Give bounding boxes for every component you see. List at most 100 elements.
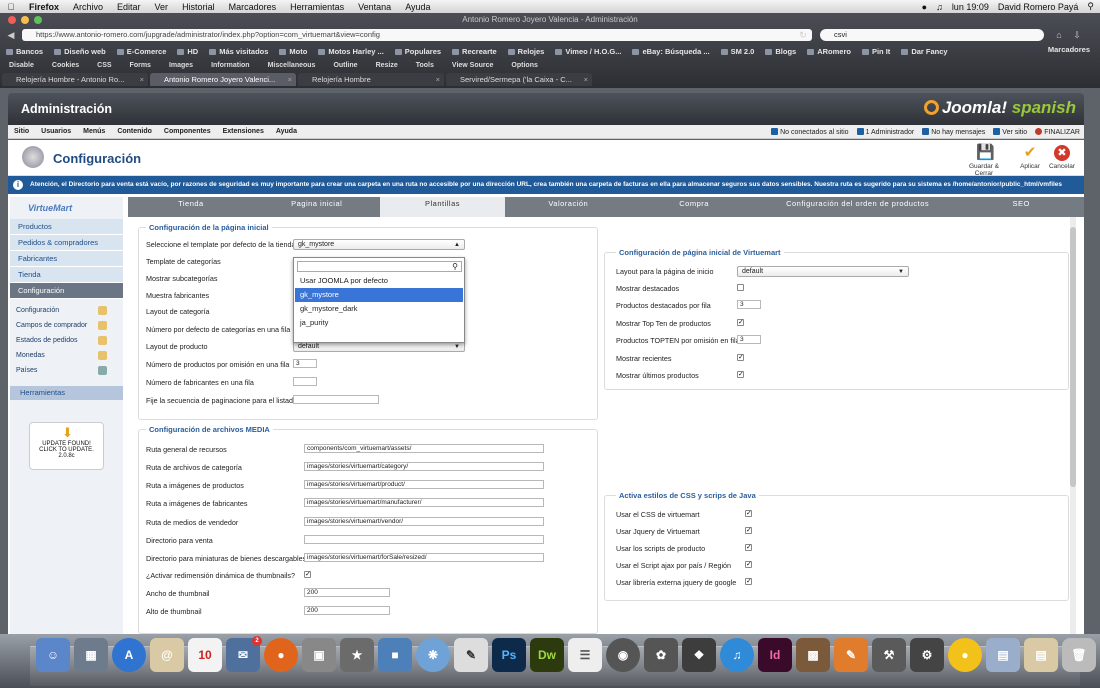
use-jquery-checkbox[interactable]: ✓: [745, 527, 752, 534]
volume-icon[interactable]: ♫: [936, 2, 943, 12]
tab-seo[interactable]: SEO: [958, 197, 1084, 217]
devbar-item[interactable]: Cookies: [43, 62, 88, 69]
menu-componentes[interactable]: Componentes: [158, 128, 217, 135]
bookmark-item[interactable]: Motos Harley ...: [312, 47, 388, 56]
sale-dir-input[interactable]: [304, 535, 544, 544]
browser-tab[interactable]: Servired/Sermepa ('la Caixa - C... ×: [446, 73, 592, 86]
show-recent-checkbox[interactable]: ✓: [737, 354, 744, 361]
itunes-icon[interactable]: ♫: [720, 638, 754, 672]
bookmark-item[interactable]: Pin It: [856, 47, 895, 56]
app-icon[interactable]: ▩: [796, 638, 830, 672]
url-bar[interactable]: https://www.antonio-romero.com/jupgrade/…: [22, 29, 812, 41]
tab-pagina-inicial[interactable]: Pagina inicial: [254, 197, 380, 217]
sidebar-item-fabricantes[interactable]: Fabricantes: [10, 251, 123, 267]
sidebar-sub-monedas[interactable]: Monedas: [10, 348, 123, 363]
photo-icon[interactable]: ▣: [302, 638, 336, 672]
sidebar-sub-estados[interactable]: Estados de pedidos: [10, 333, 123, 348]
product-path-input[interactable]: images/stories/virtuemart/product/: [304, 480, 544, 489]
cyberduck-icon[interactable]: ❖: [682, 638, 716, 672]
dropdown-option-selected[interactable]: gk_mystore: [295, 288, 463, 302]
browser-tab-active[interactable]: Antonio Romero Joyero Valenci... ×: [150, 73, 296, 86]
spotlight-icon[interactable]: ⚲: [1087, 1, 1094, 12]
status-messages[interactable]: No hay mensajes: [922, 128, 985, 136]
menu-herramientas[interactable]: Herramientas: [283, 2, 351, 12]
user-name[interactable]: David Romero Payá: [998, 2, 1079, 12]
firefox-icon[interactable]: ●: [264, 638, 298, 672]
vendor-path-input[interactable]: images/stories/virtuemart/vendor/: [304, 517, 544, 526]
bookmark-item[interactable]: Diseño web: [48, 47, 111, 56]
thumbs-dir-input[interactable]: images/stories/virtuemart/forSale/resize…: [304, 553, 544, 562]
cancel-button[interactable]: ✖ Cancelar: [1037, 145, 1087, 170]
sidebar-sub-campos[interactable]: Campos de comprador: [10, 318, 123, 333]
browser-tab[interactable]: Relojería Hombre - Antonio Ro... ×: [2, 73, 148, 86]
save-close-button[interactable]: 💾 Guardar & Cerrar: [959, 145, 1009, 178]
menu-ayuda-admin[interactable]: Ayuda: [270, 128, 303, 135]
bookmark-item[interactable]: Vimeo / H.O.G...: [549, 47, 626, 56]
close-tab-icon[interactable]: ×: [436, 73, 440, 86]
thumb-width-input[interactable]: 200: [304, 588, 390, 597]
close-tab-icon[interactable]: ×: [288, 73, 292, 86]
devbar-item[interactable]: Information: [202, 62, 259, 69]
bookmark-item[interactable]: ARomero: [801, 47, 856, 56]
use-product-scripts-checkbox[interactable]: ✓: [745, 544, 752, 551]
sidebar-item-pedidos[interactable]: Pedidos & compradores: [10, 235, 123, 251]
dropdown-search-input[interactable]: ⚲: [297, 261, 462, 272]
menu-archivo[interactable]: Archivo: [66, 2, 110, 12]
indesign-icon[interactable]: Id: [758, 638, 792, 672]
devbar-item[interactable]: Disable: [0, 62, 43, 69]
menu-ventana[interactable]: Ventana: [351, 2, 398, 12]
bookmark-item[interactable]: Bancos: [0, 47, 48, 56]
bookmark-item[interactable]: Blogs: [759, 47, 801, 56]
app-store-icon[interactable]: A: [112, 638, 146, 672]
preview-icon[interactable]: ✎: [454, 638, 488, 672]
menu-app[interactable]: Firefox: [22, 2, 66, 12]
devbar-item[interactable]: View Source: [443, 62, 503, 69]
bookmark-item[interactable]: Dar Fancy: [895, 47, 952, 56]
menu-historial[interactable]: Historial: [175, 2, 222, 12]
menu-contenido[interactable]: Contenido: [111, 128, 158, 135]
close-tab-icon[interactable]: ×: [140, 73, 144, 86]
show-featured-checkbox[interactable]: [737, 284, 744, 291]
bookmarks-menu[interactable]: Marcadores: [1048, 45, 1090, 54]
sidebar-item-herramientas[interactable]: Herramientas: [10, 386, 123, 400]
devbar-item[interactable]: Outline: [324, 62, 366, 69]
tab-plantillas[interactable]: Plantillas: [379, 197, 506, 217]
tab-compra[interactable]: Compra: [631, 197, 757, 217]
update-button[interactable]: ⬇ UPDATE FOUND! CLICK TO UPDATE. 2.0.8c: [29, 422, 104, 470]
downloads-icon[interactable]: ⇩: [1070, 29, 1084, 41]
dropdown-option[interactable]: Usar JOOMLA por defecto: [295, 274, 463, 288]
view-site-link[interactable]: Ver sitio: [993, 128, 1027, 136]
search-input[interactable]: csvi: [820, 29, 1044, 41]
photoshop-icon[interactable]: Ps: [492, 638, 526, 672]
documents-folder-icon[interactable]: ▤: [986, 638, 1020, 672]
bookmark-item[interactable]: Recrearte: [446, 47, 502, 56]
bookmark-item[interactable]: SM 2.0: [715, 47, 760, 56]
bookmark-item[interactable]: Populares: [389, 47, 446, 56]
trash-icon[interactable]: 🗑: [1062, 638, 1096, 672]
manufacturer-path-input[interactable]: images/stories/virtuemart/manufacturer/: [304, 498, 544, 507]
sidebar-item-configuracion[interactable]: Configuración: [10, 283, 123, 299]
menu-ayuda[interactable]: Ayuda: [398, 2, 437, 12]
devbar-item[interactable]: Tools: [407, 62, 443, 69]
sidebar-item-productos[interactable]: Productos: [10, 219, 123, 235]
wifi-icon[interactable]: ●: [922, 2, 927, 12]
devbar-item[interactable]: Resize: [367, 62, 407, 69]
use-vm-css-checkbox[interactable]: ✓: [745, 510, 752, 517]
menu-menus[interactable]: Menús: [77, 128, 111, 135]
menu-sitio[interactable]: Sitio: [8, 128, 35, 135]
finder-icon[interactable]: ☺: [36, 638, 70, 672]
reel-icon[interactable]: ✿: [644, 638, 678, 672]
scrollbar-thumb[interactable]: [1070, 227, 1076, 487]
manufacturers-per-row-input[interactable]: [293, 377, 317, 386]
bookmark-item[interactable]: Más visitados: [203, 47, 273, 56]
use-google-jquery-checkbox[interactable]: ✓: [745, 578, 752, 585]
devbar-item[interactable]: Options: [502, 62, 546, 69]
contacts-icon[interactable]: @: [150, 638, 184, 672]
bookmark-item[interactable]: E-Comerce: [111, 47, 172, 56]
template-select[interactable]: gk_mystore ▲: [293, 239, 465, 250]
tools-app-icon[interactable]: ⚒: [872, 638, 906, 672]
home-icon[interactable]: ⌂: [1052, 29, 1066, 41]
sidebar-sub-configuracion[interactable]: Configuración: [10, 303, 123, 318]
devbar-item[interactable]: Images: [160, 62, 202, 69]
apple-icon[interactable]: : [0, 2, 22, 12]
